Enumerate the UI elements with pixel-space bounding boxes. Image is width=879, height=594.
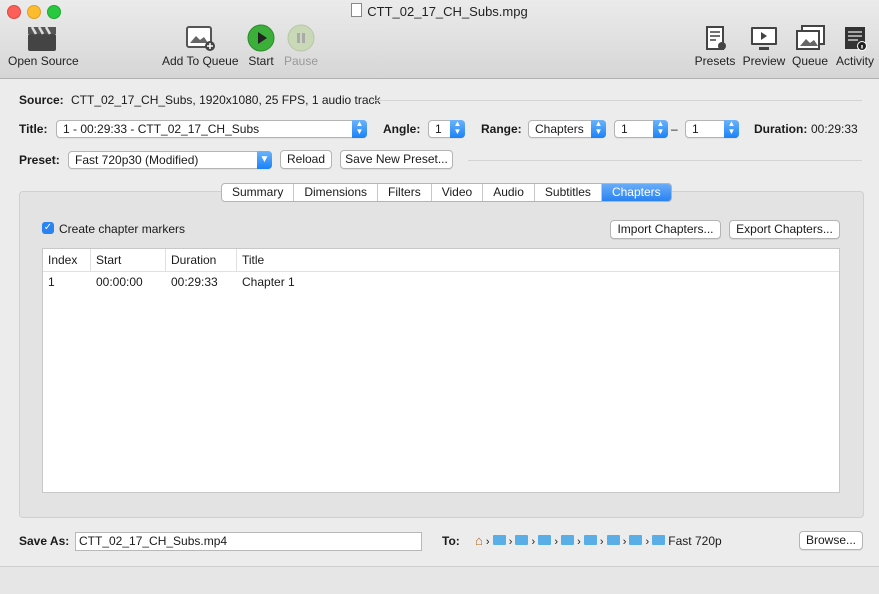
path-separator-icon: › bbox=[645, 536, 650, 548]
stepper-arrows-icon: ▲ ▼ bbox=[352, 120, 367, 138]
add-to-queue-button[interactable]: Add To Queue bbox=[162, 24, 239, 68]
range-type-select[interactable]: Chapters ▲ ▼ bbox=[528, 120, 606, 138]
save-as-filename-field[interactable]: CTT_02_17_CH_Subs.mp4 bbox=[75, 532, 422, 551]
duration-value: 00:29:33 bbox=[811, 122, 858, 136]
chevron-down-icon: ▼ bbox=[257, 151, 272, 169]
title-select[interactable]: 1 - 00:29:33 - CTT_02_17_CH_Subs ▲ ▼ bbox=[56, 120, 367, 138]
preset-label: Preset: bbox=[19, 153, 60, 167]
stepper-arrows-icon: ▲ ▼ bbox=[591, 120, 606, 138]
presets-button[interactable]: Presets bbox=[694, 24, 736, 68]
tab-subtitles[interactable]: Subtitles bbox=[535, 184, 602, 201]
angle-label: Angle: bbox=[383, 122, 421, 136]
status-bar bbox=[0, 566, 879, 594]
activity-log-icon bbox=[845, 27, 867, 51]
range-end-select[interactable]: 1 ▲ ▼ bbox=[685, 120, 739, 138]
path-separator-icon: › bbox=[622, 536, 627, 548]
range-start-select[interactable]: 1 ▲ ▼ bbox=[614, 120, 668, 138]
tab-audio[interactable]: Audio bbox=[483, 184, 535, 201]
divider bbox=[468, 160, 862, 161]
stepper-arrows-icon: ▲ ▼ bbox=[653, 120, 668, 138]
tab-bar: Summary Dimensions Filters Video Audio S… bbox=[221, 183, 672, 202]
tab-video[interactable]: Video bbox=[432, 184, 484, 201]
create-chapter-markers-checkbox[interactable]: ✓ bbox=[42, 222, 54, 234]
to-label: To: bbox=[442, 534, 460, 548]
path-separator-icon: › bbox=[531, 536, 536, 548]
pause-button[interactable]: Pause bbox=[284, 24, 318, 68]
destination-path[interactable]: ⌂ › › › › › › › › Fast 720p bbox=[475, 533, 791, 551]
column-header-index[interactable]: Index bbox=[43, 249, 91, 271]
path-separator-icon: › bbox=[577, 536, 581, 548]
tab-summary[interactable]: Summary bbox=[222, 184, 295, 201]
play-icon bbox=[247, 24, 275, 52]
path-separator-icon: › bbox=[599, 536, 604, 548]
clapperboard-icon bbox=[28, 26, 56, 51]
reload-button[interactable]: Reload bbox=[280, 150, 332, 169]
chapters-table: Index Start Duration Title 1 00:00:00 00… bbox=[42, 248, 840, 493]
angle-select[interactable]: 1 ▲ ▼ bbox=[428, 120, 465, 138]
start-button[interactable]: Start bbox=[244, 24, 278, 68]
queue-icon bbox=[796, 25, 825, 50]
pause-icon bbox=[287, 24, 315, 52]
source-label: Source: bbox=[19, 93, 64, 107]
home-icon: ⌂ bbox=[475, 533, 483, 548]
activity-button[interactable]: Activity bbox=[834, 24, 876, 68]
preset-select[interactable]: Fast 720p30 (Modified) ▼ bbox=[68, 151, 272, 169]
cell-start: 00:00:00 bbox=[96, 275, 143, 289]
column-header-title[interactable]: Title bbox=[237, 249, 839, 271]
export-chapters-button[interactable]: Export Chapters... bbox=[729, 220, 840, 239]
duration-label: Duration: bbox=[754, 122, 808, 136]
window-title: CTT_02_17_CH_Subs.mpg bbox=[0, 3, 879, 19]
table-header-divider bbox=[43, 271, 839, 272]
title-label: Title: bbox=[19, 122, 48, 136]
folder-icon bbox=[561, 535, 575, 545]
range-label: Range: bbox=[481, 122, 522, 136]
open-source-button[interactable]: Open Source bbox=[8, 24, 79, 68]
path-separator-icon: › bbox=[554, 536, 558, 548]
folder-icon bbox=[538, 535, 552, 545]
add-queue-icon bbox=[186, 26, 215, 51]
folder-icon bbox=[606, 535, 620, 545]
queue-button[interactable]: Queue bbox=[791, 24, 829, 68]
browse-button[interactable]: Browse... bbox=[799, 531, 863, 550]
cell-duration: 00:29:33 bbox=[171, 275, 218, 289]
stepper-arrows-icon: ▲ ▼ bbox=[724, 120, 739, 138]
path-separator-icon: › bbox=[508, 536, 513, 548]
folder-icon bbox=[492, 535, 506, 545]
folder-icon bbox=[515, 535, 529, 545]
stepper-arrows-icon: ▲ ▼ bbox=[450, 120, 465, 138]
path-last-folder: Fast 720p bbox=[668, 534, 722, 548]
range-dash: – bbox=[671, 122, 678, 136]
presets-icon bbox=[706, 26, 726, 50]
folder-icon bbox=[652, 535, 666, 545]
divider bbox=[370, 100, 862, 101]
cell-title[interactable]: Chapter 1 bbox=[237, 273, 295, 291]
tab-dimensions[interactable]: Dimensions bbox=[294, 184, 379, 201]
document-icon bbox=[351, 3, 363, 17]
source-info: CTT_02_17_CH_Subs, 1920x1080, 25 FPS, 1 … bbox=[71, 93, 381, 107]
folder-icon bbox=[583, 535, 597, 545]
preview-button[interactable]: Preview bbox=[742, 24, 786, 68]
save-as-label: Save As: bbox=[19, 534, 70, 548]
preview-icon bbox=[751, 27, 777, 50]
import-chapters-button[interactable]: Import Chapters... bbox=[610, 220, 721, 239]
tab-filters[interactable]: Filters bbox=[378, 184, 432, 201]
create-chapter-markers-label: Create chapter markers bbox=[59, 222, 186, 236]
tab-chapters[interactable]: Chapters bbox=[601, 184, 671, 201]
column-header-duration[interactable]: Duration bbox=[166, 249, 237, 271]
column-header-start[interactable]: Start bbox=[91, 249, 166, 271]
save-new-preset-button[interactable]: Save New Preset... bbox=[340, 150, 453, 169]
folder-icon bbox=[629, 535, 643, 545]
cell-index: 1 bbox=[48, 275, 55, 289]
path-separator-icon: › bbox=[485, 536, 490, 548]
